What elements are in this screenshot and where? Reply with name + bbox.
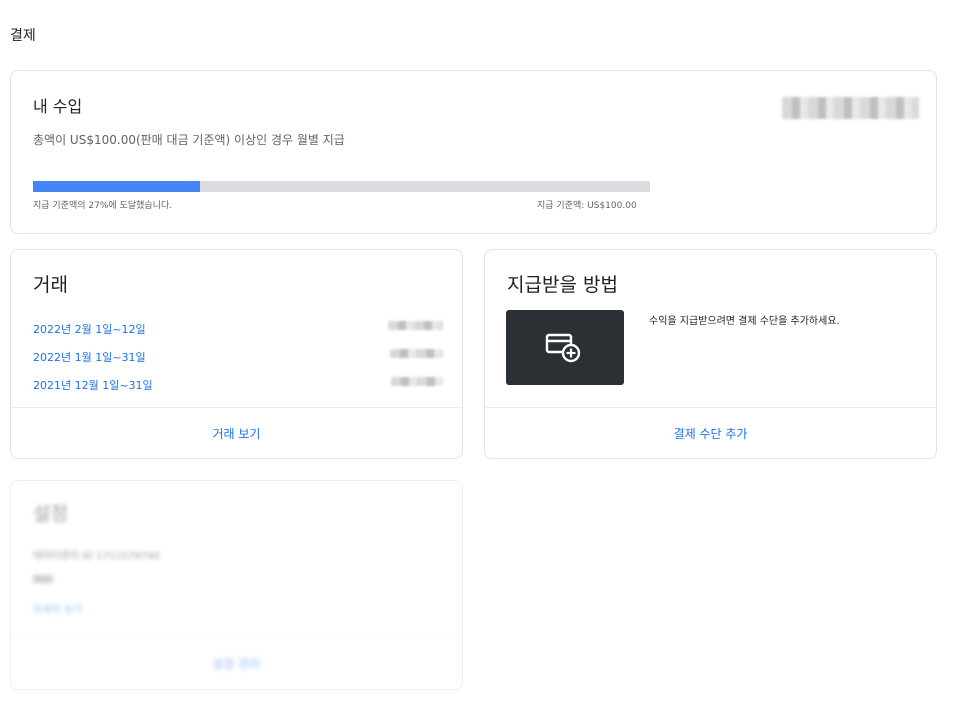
transaction-period-link[interactable]: 2022년 2월 1일~12일 [33,323,146,336]
settings-title: 설정 [33,503,68,525]
progress-status-text: 지급 기준액의 27%에 도달했습니다. [33,201,173,211]
transaction-period-link[interactable]: 2022년 1월 1일~31일 [33,351,146,364]
transaction-amount-redacted [390,349,443,358]
card-divider [11,407,462,408]
settings-content: 설정 데이터관리 ID 1711579740 자세히 보기 설정 관리 [11,481,462,689]
settings-card: 설정 데이터관리 ID 1711579740 자세히 보기 설정 관리 [10,480,463,690]
transaction-row: 2021년 12월 1일~31일 [33,374,443,392]
settings-detail-line: 데이터관리 ID 1711579740 [33,551,160,562]
earnings-progress-track [33,181,650,192]
add-card-icon [545,333,581,363]
earnings-amount-redacted [782,97,919,119]
transactions-card: 거래 2022년 2월 1일~12일 2022년 1월 1일~31일 2021년… [10,249,463,459]
transaction-row: 2022년 2월 1일~12일 [33,318,443,336]
earnings-subtitle: 총액이 US$100.00(판매 대금 기준액) 이상인 경우 월별 지급 [33,133,345,147]
payment-method-title: 지급받을 방법 [507,274,618,296]
transaction-period-link[interactable]: 2021년 12월 1일~31일 [33,379,153,392]
payment-method-card: 지급받을 방법 수익을 지급받으려면 결제 수단을 추가하세요. 결제 수단 추… [484,249,937,459]
transaction-amount-redacted [388,321,443,330]
earnings-title: 내 수입 [33,97,83,116]
page-title: 결제 [10,28,36,44]
transaction-amount-redacted [391,377,443,386]
transactions-title: 거래 [33,274,68,296]
earnings-progress-fill [33,181,200,192]
settings-secondary-line [33,575,53,583]
earnings-card: 내 수입 총액이 US$100.00(판매 대금 기준액) 이상인 경우 월별 … [10,70,937,234]
add-payment-method-tile[interactable] [506,310,624,385]
card-divider [485,407,936,408]
payment-method-description: 수익을 지급받으려면 결제 수단을 추가하세요. [649,316,840,327]
view-transactions-link[interactable]: 거래 보기 [11,425,462,442]
add-payment-method-link[interactable]: 결제 수단 추가 [485,425,936,442]
threshold-text: 지급 기준액: US$100.00 [537,201,637,211]
card-divider [11,636,462,637]
manage-settings-link[interactable]: 설정 관리 [11,655,462,672]
transaction-row: 2022년 1월 1일~31일 [33,346,443,364]
settings-learn-more-link[interactable]: 자세히 보기 [33,601,82,616]
